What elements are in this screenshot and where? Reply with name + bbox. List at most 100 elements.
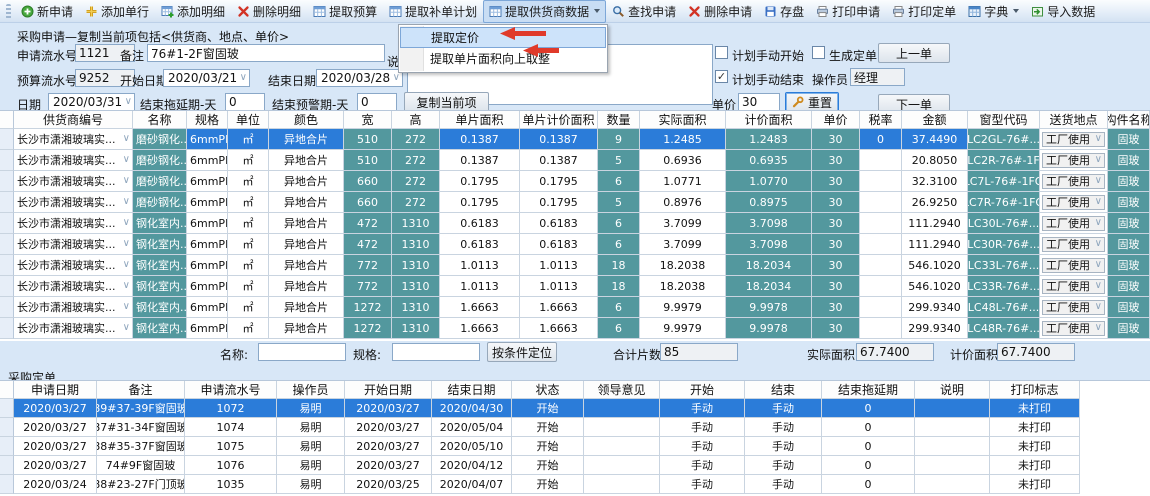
detail-row-7[interactable]: 长沙市潇湘玻璃实...∨钢化室内...6mmPLE...㎡异地合片7721310…	[0, 276, 1150, 297]
detail-delivery-dropdown-cell[interactable]: 工厂使用∨	[1040, 276, 1108, 297]
detail-delivery-dropdown-cell[interactable]: 工厂使用∨	[1040, 192, 1108, 213]
detail-header-8[interactable]: 单片计价面积	[520, 111, 598, 129]
detail-cell[interactable]: 30	[812, 255, 860, 276]
order-cell[interactable]: 2020/03/27	[345, 437, 432, 456]
detail-cell[interactable]: 546.1020	[902, 255, 968, 276]
detail-cell[interactable]: 固玻	[1108, 192, 1150, 213]
detail-cell[interactable]: 18.2038	[640, 255, 726, 276]
order-cell[interactable]: 2020/03/24	[14, 475, 97, 494]
order-cell[interactable]: 手动	[745, 475, 822, 494]
order-cell[interactable]: 89#37-39F窗固玻	[97, 399, 185, 418]
detail-cell[interactable]: LC2R-76#-1F	[968, 150, 1040, 171]
detail-cell[interactable]: 异地合片	[269, 171, 344, 192]
detail-supplier-dropdown-cell[interactable]: 长沙市潇湘玻璃实...∨	[14, 150, 133, 171]
warn-field[interactable]: 0	[357, 93, 397, 111]
detail-cell[interactable]: 272	[392, 171, 440, 192]
detail-supplier-dropdown-cell[interactable]: 长沙市潇湘玻璃实...∨	[14, 318, 133, 339]
detail-cell[interactable]: 1.0113	[520, 255, 598, 276]
order-cell[interactable]: 开始	[512, 418, 584, 437]
delay-field[interactable]: 0	[225, 93, 265, 111]
detail-cell[interactable]: 1310	[392, 255, 440, 276]
order-row-4[interactable]: 2020/03/2488#23-27F门顶玻1035易明2020/03/2520…	[0, 475, 1150, 494]
detail-cell[interactable]: 18.2038	[640, 276, 726, 297]
detail-cell[interactable]: 510	[344, 150, 392, 171]
order-cell[interactable]: 88#23-27F门顶玻	[97, 475, 185, 494]
detail-cell[interactable]: 546.1020	[902, 276, 968, 297]
detail-cell[interactable]: LC7R-76#-1FO	[968, 192, 1040, 213]
toolbar-button-10[interactable]: 打印申请	[810, 0, 886, 23]
detail-header-5[interactable]: 宽	[344, 111, 392, 129]
order-cell[interactable]	[584, 437, 660, 456]
detail-cell[interactable]: ㎡	[228, 276, 269, 297]
detail-cell[interactable]: 磨砂钢化...	[133, 150, 187, 171]
detail-cell[interactable]: 固玻	[1108, 276, 1150, 297]
detail-cell[interactable]: 0.6936	[640, 150, 726, 171]
detail-cell[interactable]: 1.0770	[726, 171, 812, 192]
detail-cell[interactable]: 299.9340	[902, 297, 968, 318]
order-cell[interactable]: 手动	[660, 418, 745, 437]
detail-cell[interactable]: 固玻	[1108, 255, 1150, 276]
order-cell[interactable]: 2020/04/07	[432, 475, 512, 494]
detail-cell[interactable]: 18.2034	[726, 276, 812, 297]
order-cell[interactable]: 2020/05/10	[432, 437, 512, 456]
detail-header-17[interactable]: 构件名称	[1108, 111, 1150, 129]
detail-header-16[interactable]: 送货地点	[1040, 111, 1108, 129]
order-cell[interactable]: 87#31-34F窗固玻	[97, 418, 185, 437]
detail-cell[interactable]: 772	[344, 255, 392, 276]
order-cell[interactable]: 手动	[660, 475, 745, 494]
detail-cell[interactable]: 1.0771	[640, 171, 726, 192]
detail-cell[interactable]: 30	[812, 297, 860, 318]
detail-cell[interactable]: 1.6663	[440, 318, 520, 339]
detail-supplier-dropdown-cell[interactable]: 长沙市潇湘玻璃实...∨	[14, 213, 133, 234]
detail-cell[interactable]: 660	[344, 171, 392, 192]
detail-cell[interactable]: 异地合片	[269, 150, 344, 171]
detail-delivery-dropdown-cell[interactable]: 工厂使用∨	[1040, 150, 1108, 171]
order-header-5[interactable]: 结束日期	[432, 381, 512, 399]
detail-cell[interactable]: 0.6183	[520, 213, 598, 234]
order-header-9[interactable]: 结束	[745, 381, 822, 399]
toolbar-button-1[interactable]: 添加单行	[79, 0, 155, 23]
filter-spec-input[interactable]	[392, 343, 480, 361]
detail-delivery-dropdown-cell[interactable]: 工厂使用∨	[1040, 318, 1108, 339]
detail-header-6[interactable]: 高	[392, 111, 440, 129]
order-cell[interactable]: 未打印	[990, 475, 1080, 494]
detail-cell[interactable]: 30	[812, 276, 860, 297]
detail-cell[interactable]: 0.6183	[440, 234, 520, 255]
delivery-editor[interactable]: 工厂使用∨	[1042, 153, 1105, 168]
detail-row-8[interactable]: 长沙市潇湘玻璃实...∨钢化室内...6mmPLE...㎡异地合片1272131…	[0, 297, 1150, 318]
order-cell[interactable]	[584, 418, 660, 437]
order-cell[interactable]: 手动	[660, 437, 745, 456]
detail-cell[interactable]: 1.6663	[520, 297, 598, 318]
order-cell[interactable]	[915, 456, 990, 475]
order-cell[interactable]: 2020/03/27	[345, 456, 432, 475]
detail-cell[interactable]: 30	[812, 171, 860, 192]
detail-cell[interactable]: 272	[392, 192, 440, 213]
detail-cell[interactable]: 30	[812, 192, 860, 213]
order-cell[interactable]: 易明	[277, 475, 345, 494]
detail-cell[interactable]: 6mmPLE...	[187, 318, 228, 339]
detail-cell[interactable]: 0.8976	[640, 192, 726, 213]
order-header-0[interactable]: 申请日期	[14, 381, 97, 399]
detail-cell[interactable]	[860, 171, 902, 192]
order-cell[interactable]: 开始	[512, 399, 584, 418]
order-cell[interactable]: 易明	[277, 456, 345, 475]
detail-header-9[interactable]: 数量	[598, 111, 640, 129]
detail-cell[interactable]: 异地合片	[269, 213, 344, 234]
detail-cell[interactable]: 异地合片	[269, 129, 344, 150]
detail-supplier-dropdown-cell[interactable]: 长沙市潇湘玻璃实...∨	[14, 192, 133, 213]
order-cell[interactable]	[915, 418, 990, 437]
detail-cell[interactable]: 32.3100	[902, 171, 968, 192]
order-cell[interactable]: 开始	[512, 456, 584, 475]
detail-cell[interactable]: 30	[812, 150, 860, 171]
copy-current-button[interactable]: 复制当前项	[404, 92, 489, 112]
order-cell[interactable]	[584, 456, 660, 475]
detail-header-0[interactable]: 供货商编号	[14, 111, 133, 129]
order-cell[interactable]: 2020/03/27	[345, 418, 432, 437]
detail-cell[interactable]: ㎡	[228, 213, 269, 234]
order-cell[interactable]: 0	[822, 399, 915, 418]
detail-cell[interactable]	[860, 234, 902, 255]
detail-cell[interactable]: 6	[598, 318, 640, 339]
detail-cell[interactable]: 固玻	[1108, 213, 1150, 234]
detail-cell[interactable]	[860, 192, 902, 213]
detail-row-4[interactable]: 长沙市潇湘玻璃实...∨钢化室内...6mmPLE...㎡异地合片4721310…	[0, 213, 1150, 234]
